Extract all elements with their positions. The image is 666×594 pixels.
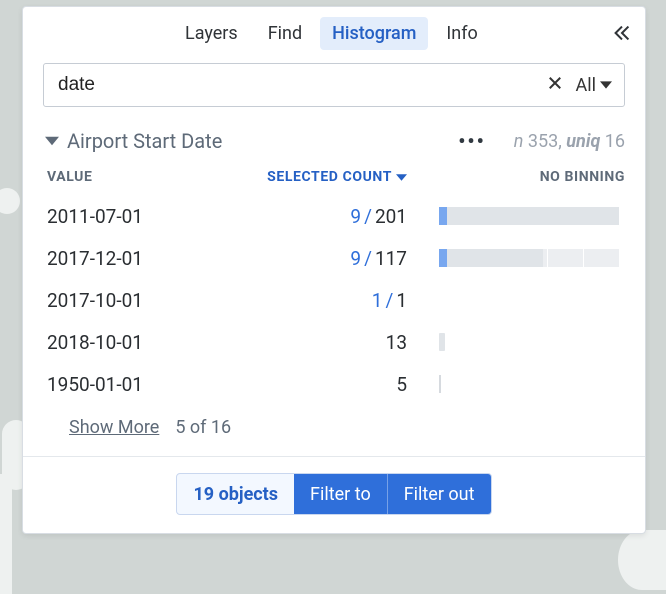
row-value: 2017-12-01	[47, 247, 217, 270]
histogram-row[interactable]: 2018-10-0113	[47, 321, 625, 363]
property-menu-button[interactable]: •••	[452, 129, 492, 153]
rows-container: 2011-07-019/2012017-12-019/1172017-10-01…	[23, 195, 645, 409]
column-headers: VALUE SELECTED COUNT NO BINNING	[23, 163, 645, 195]
search-input[interactable]	[58, 74, 536, 96]
caret-down-icon	[600, 79, 612, 91]
tab-find[interactable]: Find	[256, 17, 314, 50]
scope-label: All	[576, 75, 597, 96]
property-header: Airport Start Date ••• n 353, uniq 16	[23, 123, 645, 163]
histogram-row[interactable]: 2017-10-011/1	[47, 279, 625, 321]
show-more-link[interactable]: Show More	[69, 417, 159, 438]
property-name: Airport Start Date	[67, 129, 222, 153]
histogram-row[interactable]: 1950-01-015	[47, 363, 625, 405]
clear-search-button[interactable]	[536, 69, 574, 101]
search-area: All	[23, 59, 645, 123]
show-more-count: 5 of 16	[175, 417, 231, 438]
filter-to-button[interactable]: Filter to	[294, 474, 387, 514]
row-count: 5	[217, 373, 407, 396]
row-count: 9/117	[217, 247, 407, 270]
collapse-panel-button[interactable]	[607, 18, 637, 48]
tab-row: Layers Find Histogram Info	[23, 7, 645, 59]
chevrons-left-icon	[611, 22, 633, 44]
row-bar	[407, 207, 625, 225]
histogram-row[interactable]: 2017-12-019/117	[47, 237, 625, 279]
histogram-panel: Layers Find Histogram Info All Airport S…	[22, 6, 646, 534]
row-bar	[407, 375, 625, 393]
row-value: 1950-01-01	[47, 373, 217, 396]
row-value: 2018-10-01	[47, 331, 217, 354]
scope-dropdown[interactable]: All	[574, 71, 615, 100]
row-bar	[407, 333, 625, 351]
col-header-value[interactable]: VALUE	[47, 169, 217, 185]
col-header-binning[interactable]: NO BINNING	[407, 169, 625, 185]
search-box: All	[43, 63, 625, 107]
caret-down-icon	[45, 134, 59, 148]
tab-info[interactable]: Info	[434, 17, 489, 50]
row-value: 2017-10-01	[47, 289, 217, 312]
row-count: 13	[217, 331, 407, 354]
property-stats: n 353, uniq 16	[514, 131, 625, 152]
row-bar	[407, 249, 625, 267]
row-value: 2011-07-01	[47, 205, 217, 228]
footer: 19 objects Filter to Filter out	[23, 456, 645, 533]
histogram-row[interactable]: 2011-07-019/201	[47, 195, 625, 237]
show-more-row: Show More 5 of 16	[23, 409, 645, 456]
selection-action-group: 19 objects Filter to Filter out	[176, 473, 491, 515]
object-count-button[interactable]: 19 objects	[177, 474, 294, 514]
row-count: 1/1	[217, 289, 407, 312]
close-icon	[546, 74, 564, 92]
tab-layers[interactable]: Layers	[173, 17, 250, 50]
collapse-property-button[interactable]	[45, 134, 59, 148]
sort-desc-icon	[396, 172, 407, 183]
tab-histogram[interactable]: Histogram	[320, 17, 428, 50]
col-header-selected-count[interactable]: SELECTED COUNT	[217, 169, 407, 185]
row-count: 9/201	[217, 205, 407, 228]
filter-out-button[interactable]: Filter out	[387, 474, 491, 514]
